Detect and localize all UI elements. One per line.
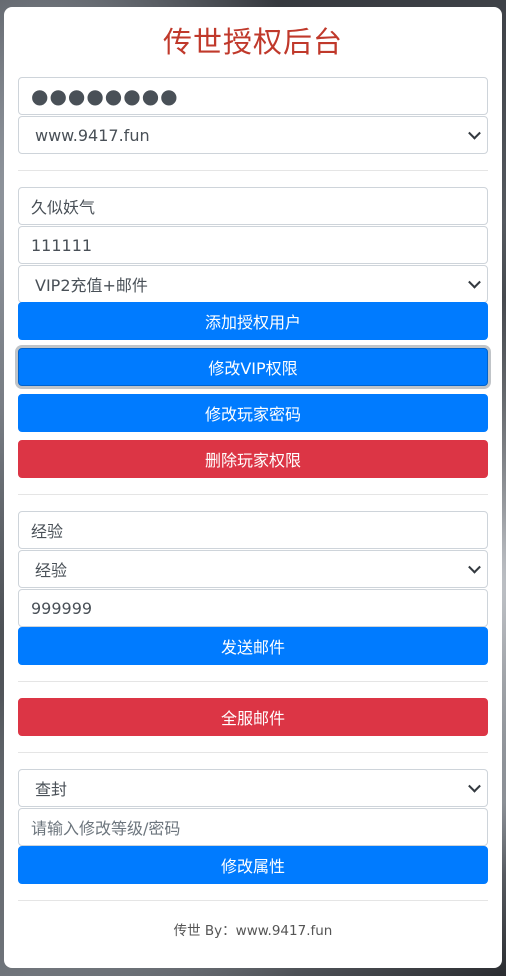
- admin-panel: 传世授权后台 ●●●●●●●● www.9417.fun 久似妖气 111111…: [4, 7, 502, 968]
- player-password-input[interactable]: 111111: [18, 226, 488, 264]
- mail-item-input[interactable]: 经验: [18, 511, 488, 549]
- player-name-input[interactable]: 久似妖气: [18, 187, 488, 225]
- divider: [18, 494, 488, 495]
- server-select[interactable]: www.9417.fun: [18, 116, 488, 154]
- attribute-type-value: 查封: [35, 780, 68, 799]
- attribute-value-input[interactable]: 请输入修改等级/密码: [18, 808, 488, 846]
- player-password-value: 111111: [31, 235, 93, 255]
- attribute-type-select[interactable]: 查封: [18, 769, 488, 807]
- send-mail-button[interactable]: 发送邮件: [18, 627, 488, 665]
- mail-item-value: 经验: [31, 522, 64, 541]
- mail-item-select-value: 经验: [35, 561, 68, 580]
- player-name-value: 久似妖气: [31, 198, 96, 217]
- chevron-down-icon: [468, 779, 481, 793]
- chevron-down-icon: [468, 275, 481, 289]
- footer-credit: 传世 By：www.9417.fun: [173, 923, 333, 939]
- server-wide-mail-button[interactable]: 全服邮件: [18, 698, 488, 736]
- password-field[interactable]: ●●●●●●●●: [18, 77, 488, 115]
- modify-vip-button[interactable]: 修改VIP权限: [18, 348, 488, 386]
- chevron-down-icon: [468, 126, 481, 140]
- add-authorized-user-button[interactable]: 添加授权用户: [18, 302, 488, 340]
- vip-level-value: VIP2充值+邮件: [35, 276, 148, 295]
- modify-attribute-button[interactable]: 修改属性: [18, 846, 488, 884]
- divider: [18, 170, 488, 171]
- password-mask: ●●●●●●●●: [31, 84, 179, 108]
- mail-item-select[interactable]: 经验: [18, 550, 488, 588]
- vip-level-select[interactable]: VIP2充值+邮件: [18, 265, 488, 303]
- divider: [18, 752, 488, 753]
- mail-amount-input[interactable]: 999999: [18, 589, 488, 627]
- server-select-value: www.9417.fun: [35, 125, 150, 145]
- delete-player-permission-button[interactable]: 删除玩家权限: [18, 440, 488, 478]
- divider: [18, 681, 488, 682]
- mail-amount-value: 999999: [31, 598, 93, 618]
- chevron-down-icon: [468, 560, 481, 574]
- attribute-value-placeholder: 请输入修改等级/密码: [31, 819, 181, 838]
- modify-player-password-button[interactable]: 修改玩家密码: [18, 394, 488, 432]
- page-title: 传世授权后台: [162, 25, 343, 59]
- divider: [18, 900, 488, 901]
